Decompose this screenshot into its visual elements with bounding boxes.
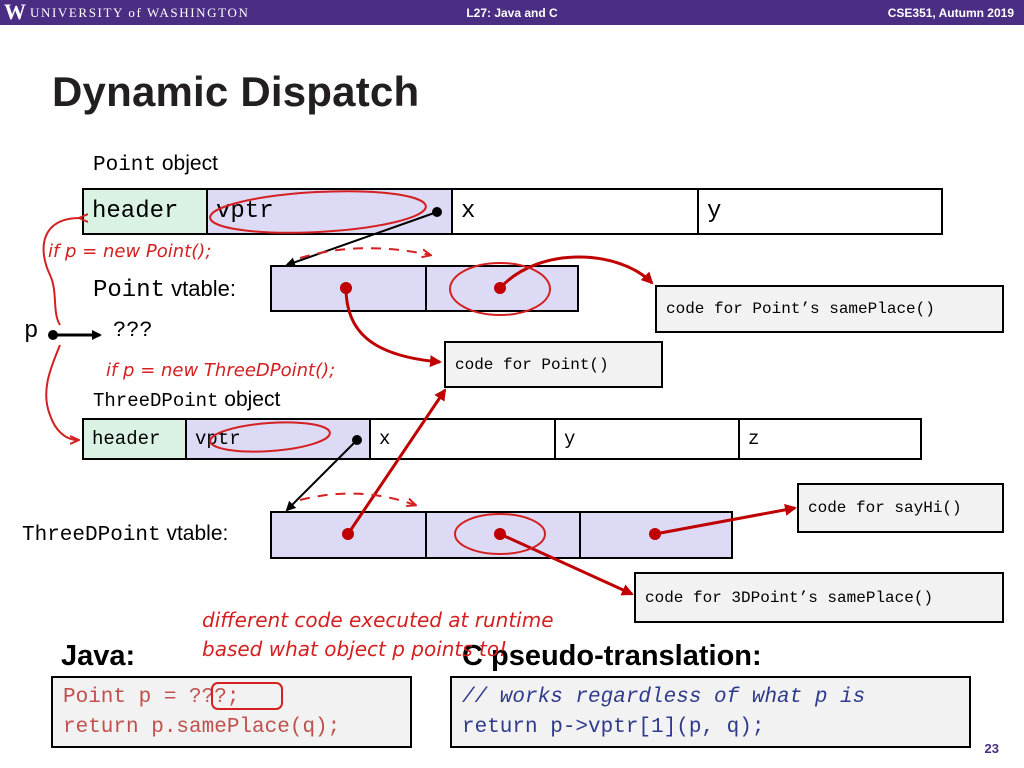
note-if-threed: if p = new ThreeDPoint(); <box>106 360 335 381</box>
threed-x-cell: x <box>371 420 556 458</box>
threed-vtable-label-text: vtable: <box>166 522 229 545</box>
course-name: CSE351, Autumn 2019 <box>887 6 1014 20</box>
point-vptr-cell: vptr <box>208 190 453 233</box>
c-code-line-2: return p->vptr[1](p, q); <box>462 716 765 739</box>
ink-arrow-to-threed <box>45 344 78 440</box>
note-runtime-line1: different code executed at runtime <box>202 608 554 632</box>
c-code-comment: // works regardless of what p is <box>462 686 866 709</box>
c-code-panel: // works regardless of what p is return p… <box>450 676 971 748</box>
java-heading: Java: <box>61 640 136 672</box>
java-code-line-1: Point p = ???; <box>63 686 240 709</box>
java-code-line-2: return p.samePlace(q); <box>63 716 341 739</box>
threed-object-row: header vptr x y z <box>82 418 922 460</box>
code-threed-sameplace: code for 3DPoint’s samePlace() <box>634 572 1004 623</box>
note-if-point: if p = new Point(); <box>48 241 211 262</box>
point-vtable-slot-0 <box>272 267 427 310</box>
lecture-title: L27: Java and C <box>466 6 558 20</box>
code-sayhi: code for sayHi() <box>797 483 1004 533</box>
point-header-cell: header <box>84 190 208 233</box>
java-code-panel: Point p = ???; return p.samePlace(q); <box>51 676 412 748</box>
ink-dash-point <box>299 247 430 259</box>
point-vtable-slot-1 <box>427 267 577 310</box>
threed-vtable-slot-0 <box>272 513 427 557</box>
point-object-label-text: object <box>161 152 218 175</box>
point-object-label-code: Point <box>93 154 157 177</box>
page-number: 23 <box>984 741 999 756</box>
point-vtable-label-text: vtable: <box>171 276 236 301</box>
threed-vtable-label: ThreeDPoint vtable: <box>22 522 228 547</box>
threed-y-cell: y <box>556 420 740 458</box>
threed-vtable-label-code: ThreeDPoint <box>22 524 161 547</box>
point-y-cell: y <box>707 198 722 225</box>
threed-object-label-text: object <box>224 388 281 411</box>
slide-title: Dynamic Dispatch <box>52 68 420 115</box>
threed-vptr-cell: vptr <box>187 420 371 458</box>
point-vtable-label-code: Point <box>93 277 166 304</box>
threed-vtable-slot-2 <box>581 513 731 557</box>
threed-vtable-slot-1 <box>427 513 581 557</box>
threed-vtable <box>270 511 733 559</box>
point-x-cell: x <box>453 190 699 233</box>
ink-arrow-to-point <box>42 218 80 326</box>
threed-header-cell: header <box>84 420 187 458</box>
threed-object-label-code: ThreeDPoint <box>93 390 219 412</box>
code-point-sameplace: code for Point’s samePlace() <box>655 285 1004 333</box>
threed-z-cell: z <box>748 428 760 450</box>
pointer-p-dot <box>48 330 58 340</box>
point-vtable <box>270 265 579 312</box>
point-object-row: header vptr x y <box>82 188 943 235</box>
top-banner: W UNIVERSITY of WASHINGTON L27: Java and… <box>0 0 1024 25</box>
pointer-p-label: p <box>24 318 39 345</box>
threed-object-label: ThreeDPoint object <box>93 388 280 412</box>
pointer-target-unknown: ??? <box>113 318 153 343</box>
ink-dash-threed <box>299 492 415 505</box>
point-object-label: Point object <box>93 152 218 177</box>
code-point-constructor: code for Point() <box>444 341 663 388</box>
c-heading: C pseudo-translation: <box>462 640 762 672</box>
point-vtable-label: Point vtable: <box>93 276 236 304</box>
